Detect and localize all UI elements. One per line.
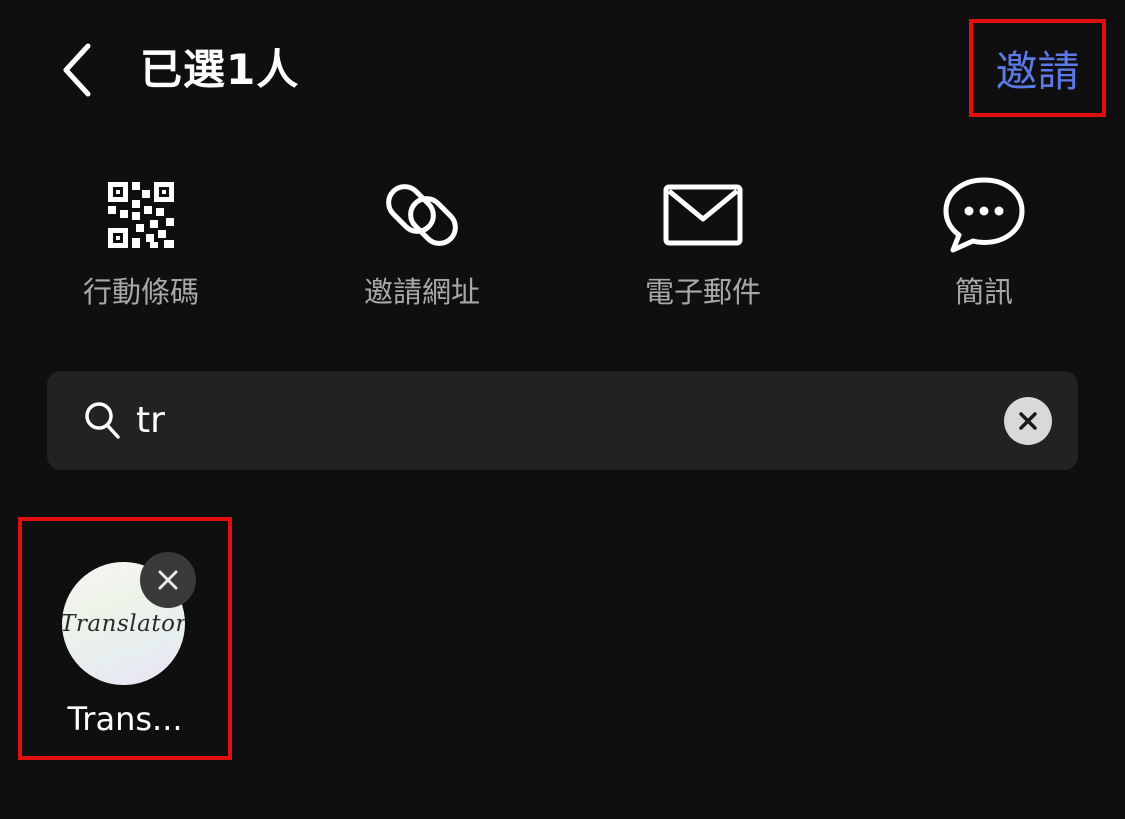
page-title: 已選1人 xyxy=(140,45,300,94)
share-qr-code[interactable]: 行動條碼 xyxy=(41,170,241,330)
search-icon xyxy=(85,402,120,439)
share-email-label: 電子郵件 xyxy=(644,275,761,309)
chat-bubble-icon xyxy=(943,177,1025,253)
search-input[interactable]: tr xyxy=(136,396,165,446)
link-icon xyxy=(386,184,458,246)
share-qr-code-label: 行動條碼 xyxy=(82,275,199,309)
close-icon xyxy=(1019,412,1037,430)
contact-name: Trans... xyxy=(67,700,183,738)
share-email[interactable]: 電子郵件 xyxy=(603,170,803,330)
share-sms[interactable]: 簡訊 xyxy=(884,170,1084,330)
header: 已選1人 邀請 xyxy=(0,0,1125,140)
clear-search-button[interactable] xyxy=(1004,397,1052,445)
close-icon xyxy=(158,570,178,590)
search-bar[interactable] xyxy=(47,371,1078,470)
share-invite-link[interactable]: 邀請網址 xyxy=(322,170,522,330)
invite-button[interactable]: 邀請 xyxy=(969,19,1106,117)
selected-contact[interactable]: Translator Trans... xyxy=(18,517,232,760)
share-sms-label: 簡訊 xyxy=(954,275,1013,309)
mail-icon xyxy=(663,184,743,246)
qr-code-icon xyxy=(108,182,174,248)
share-invite-link-label: 邀請網址 xyxy=(363,275,480,309)
share-options: 行動條碼 邀請網址 電子郵件 簡訊 xyxy=(0,170,1125,340)
back-button[interactable] xyxy=(48,38,108,102)
remove-selected-button[interactable] xyxy=(140,552,196,608)
avatar-logo-text: Translator xyxy=(62,610,185,637)
chevron-left-icon xyxy=(63,43,91,97)
